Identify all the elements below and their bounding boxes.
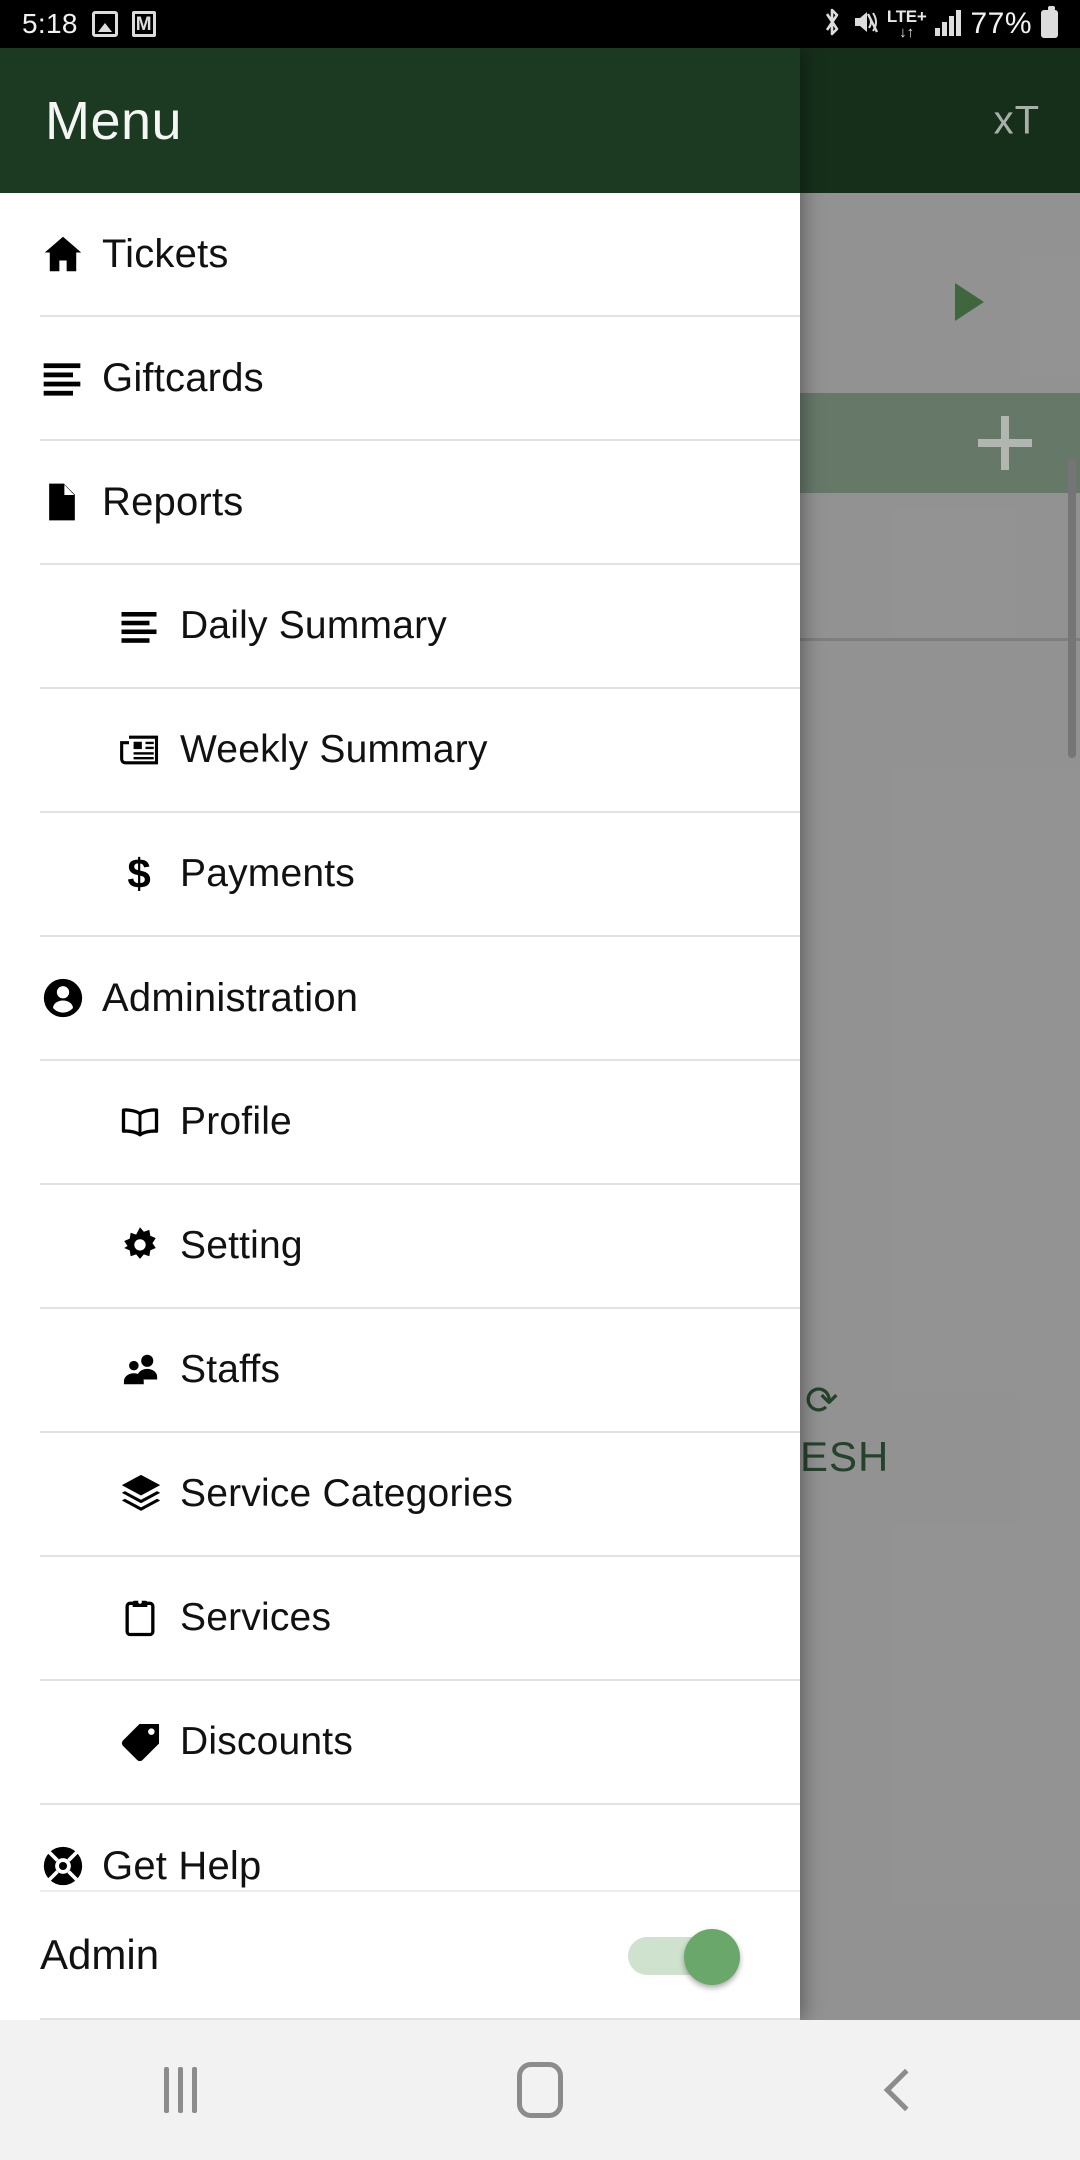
recent-apps-icon (163, 2067, 197, 2113)
menu-item-setting[interactable]: Setting (40, 1185, 800, 1309)
menu-item-giftcards[interactable]: Giftcards (40, 317, 800, 441)
user-circle-icon (40, 975, 102, 1021)
lifebuoy-icon (40, 1843, 102, 1889)
menu-item-get-help[interactable]: Get Help (40, 1805, 800, 1890)
layers-icon (118, 1471, 180, 1517)
signal-icon (935, 10, 962, 36)
people-icon (118, 1348, 180, 1392)
menu-item-tickets[interactable]: Tickets (40, 193, 800, 317)
status-bar-right: LTE+ ↓↑ 77% (821, 6, 1058, 42)
menu-item-label: Discounts (180, 1720, 354, 1763)
menu-item-label: Get Help (102, 1843, 262, 1888)
page-title: Menu (45, 90, 183, 151)
drawer-footer: Admin (40, 1890, 800, 2020)
tag-icon (118, 1719, 180, 1765)
dollar-icon: $ (118, 851, 180, 897)
phone-screen: 5:18 LTE+ ↓↑ 77% (0, 0, 1080, 2160)
menu-item-label: Profile (180, 1100, 292, 1143)
admin-label: Admin (40, 1931, 160, 1978)
battery-icon (1041, 6, 1058, 38)
list-icon (40, 356, 102, 400)
menu-item-service-categories[interactable]: Service Categories (40, 1433, 800, 1557)
status-bar: 5:18 LTE+ ↓↑ 77% (0, 0, 1080, 48)
gmail-icon (131, 11, 156, 37)
menu-item-weekly-summary[interactable]: Weekly Summary (40, 689, 800, 813)
home-button[interactable] (360, 2062, 720, 2118)
back-chevron-icon (883, 2068, 927, 2112)
photo-icon (91, 11, 118, 37)
battery-percent: 77% (970, 7, 1032, 40)
admin-toggle[interactable] (628, 1929, 740, 1985)
status-time: 5:18 (22, 8, 78, 39)
book-icon (118, 1100, 180, 1144)
menu-item-label: Giftcards (102, 355, 264, 400)
clipboard-icon (118, 1596, 180, 1640)
drawer-header: Menu (0, 48, 800, 193)
file-icon (40, 480, 102, 524)
navigation-drawer: Menu Tickets Giftcards Reports Daily Sum… (0, 48, 800, 2020)
menu-item-label: Setting (180, 1224, 303, 1267)
menu-item-administration[interactable]: Administration (40, 937, 800, 1061)
menu-item-label: Service Categories (180, 1472, 514, 1515)
menu-item-label: Reports (102, 479, 244, 524)
back-button[interactable] (720, 2068, 1080, 2112)
android-nav-bar (0, 2020, 1080, 2160)
menu-item-daily-summary[interactable]: Daily Summary (40, 565, 800, 689)
svg-text:$: $ (127, 851, 150, 897)
menu-item-discounts[interactable]: Discounts (40, 1681, 800, 1805)
menu-item-label: Staffs (180, 1348, 281, 1391)
data-arrows-icon: ↓↑ (899, 24, 915, 41)
menu-item-label: Payments (180, 852, 356, 895)
menu-item-profile[interactable]: Profile (40, 1061, 800, 1185)
menu-item-label: Tickets (102, 231, 229, 276)
menu-item-reports[interactable]: Reports (40, 441, 800, 565)
newspaper-icon (118, 728, 180, 772)
mute-icon (852, 8, 878, 41)
list-icon (118, 605, 180, 647)
menu-item-label: Administration (102, 975, 359, 1020)
lte-icon: LTE+ ↓↑ (887, 8, 927, 40)
menu-item-label: Daily Summary (180, 604, 447, 647)
recent-apps-button[interactable] (0, 2067, 360, 2113)
status-bar-left: 5:18 (22, 8, 156, 40)
drawer-menu-list: Tickets Giftcards Reports Daily Summary … (0, 193, 800, 1890)
lte-label: LTE+ (886, 7, 927, 26)
menu-item-label: Services (180, 1596, 332, 1639)
menu-item-staffs[interactable]: Staffs (40, 1309, 800, 1433)
home-nav-icon (517, 2062, 563, 2118)
menu-item-payments[interactable]: $ Payments (40, 813, 800, 937)
home-icon (40, 231, 102, 277)
gear-icon (118, 1224, 180, 1268)
bluetooth-icon (821, 7, 843, 42)
toggle-knob (684, 1929, 740, 1985)
menu-item-services[interactable]: Services (40, 1557, 800, 1681)
menu-item-label: Weekly Summary (180, 728, 488, 771)
